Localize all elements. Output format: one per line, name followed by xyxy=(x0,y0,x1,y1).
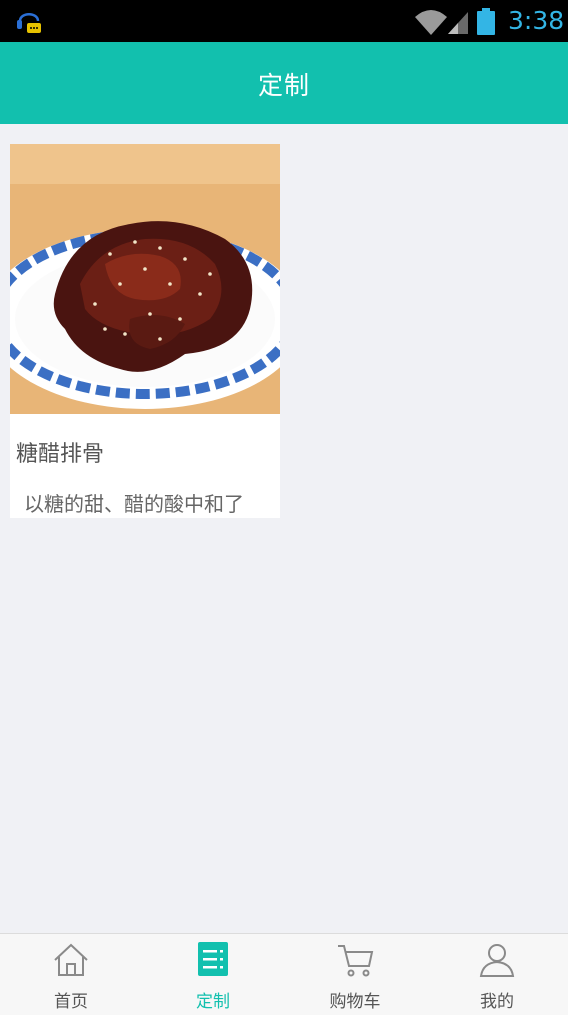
nav-label-cart: 购物车 xyxy=(329,992,381,1012)
clock-time: 3:38 xyxy=(508,6,565,35)
notification-app-icon xyxy=(17,13,41,33)
status-bar: 3:38 xyxy=(0,0,568,42)
signal-icon xyxy=(448,12,468,34)
app-header: 定制 xyxy=(0,42,568,124)
nav-item-cart[interactable]: 购物车 xyxy=(284,934,426,1015)
product-image[interactable] xyxy=(10,144,280,414)
nav-item-custom[interactable]: 定制 xyxy=(142,934,284,1015)
home-icon xyxy=(54,943,88,976)
bottom-nav: 首页 定制 购物车 我的 xyxy=(0,933,568,1015)
nav-label-home: 首页 xyxy=(54,992,88,1012)
battery-icon xyxy=(477,8,495,35)
list-icon xyxy=(198,942,228,976)
cart-icon xyxy=(338,945,374,977)
page-title: 定制 xyxy=(257,71,310,100)
nav-item-mine[interactable]: 我的 xyxy=(426,934,568,1015)
product-card[interactable]: 糖醋排骨 以糖的甜、醋的酸中和了 xyxy=(10,144,280,518)
product-description: 以糖的甜、醋的酸中和了 xyxy=(24,492,244,516)
user-icon xyxy=(479,944,515,977)
nav-item-home[interactable]: 首页 xyxy=(0,934,142,1015)
nav-label-custom: 定制 xyxy=(196,992,230,1012)
nav-label-mine: 我的 xyxy=(480,992,514,1012)
wifi-icon xyxy=(415,10,447,35)
product-name: 糖醋排骨 xyxy=(16,442,105,467)
sweet-and-sour-ribs-photo xyxy=(10,144,280,414)
